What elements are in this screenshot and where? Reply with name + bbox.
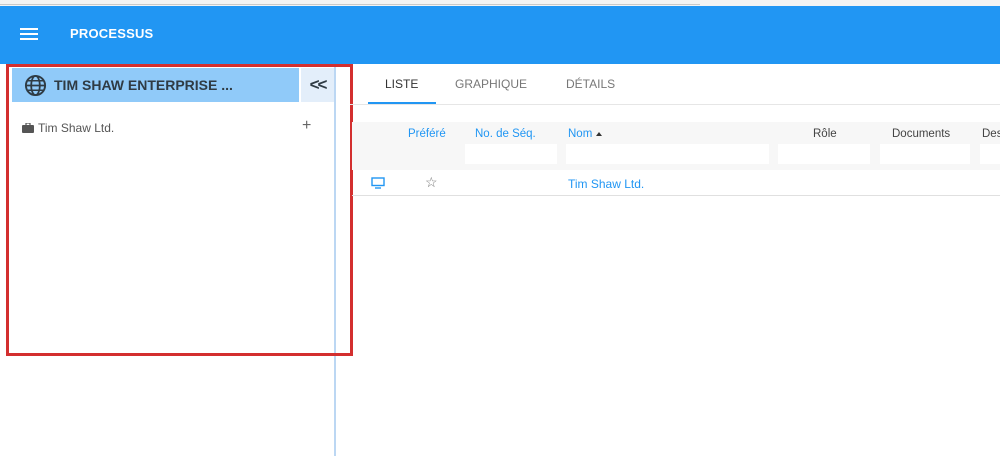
column-header-nom[interactable]: Nom [568,128,603,140]
row-name-link[interactable]: Tim Shaw Ltd. [568,177,644,191]
column-header-documents[interactable]: Documents [892,128,950,140]
table-row[interactable]: ☆ Tim Shaw Ltd. [352,172,1000,196]
column-header-role[interactable]: Rôle [813,128,837,140]
monitor-icon[interactable] [371,177,385,189]
tab-details[interactable]: DÉTAILS [566,77,615,91]
tree-item-label: Tim Shaw Ltd. [38,121,115,135]
filter-input-seq[interactable] [465,144,557,164]
enterprise-selector[interactable]: TIM SHAW ENTERPRISE ... [12,68,299,102]
filter-input-role[interactable] [778,144,870,164]
page-title: PROCESSUS [70,26,154,41]
collapse-sidebar-button[interactable]: << [301,68,334,102]
column-header-prefere[interactable]: Préféré [408,128,446,140]
sidebar-divider[interactable] [334,64,336,456]
column-header-description[interactable]: Des [982,128,1000,140]
column-header-seq[interactable]: No. de Séq. [475,128,536,140]
tab-liste[interactable]: LISTE [385,77,418,91]
sidebar: TIM SHAW ENTERPRISE ... << Tim Shaw Ltd.… [0,64,336,456]
column-header-nom-label: Nom [568,128,593,140]
enterprise-name: TIM SHAW ENTERPRISE ... [54,77,233,93]
app-header: PROCESSUS [0,6,1000,64]
sort-ascending-icon [596,132,603,136]
table-header: Préféré No. de Séq. Nom Rôle Documents D… [352,122,1000,170]
tab-graphique[interactable]: GRAPHIQUE [455,77,527,91]
filter-input-documents[interactable] [880,144,970,164]
hamburger-menu-icon[interactable] [20,28,38,41]
filter-input-nom[interactable] [566,144,769,164]
active-tab-indicator [368,102,436,104]
add-child-button[interactable]: + [302,117,311,135]
tree-item-tim-shaw-ltd[interactable]: Tim Shaw Ltd. [22,120,322,136]
globe-icon [24,74,47,96]
filter-input-description[interactable] [980,144,1000,164]
star-outline-icon[interactable]: ☆ [425,174,438,191]
tab-bar: LISTE GRAPHIQUE DÉTAILS [350,64,1000,105]
briefcase-icon [22,123,34,133]
